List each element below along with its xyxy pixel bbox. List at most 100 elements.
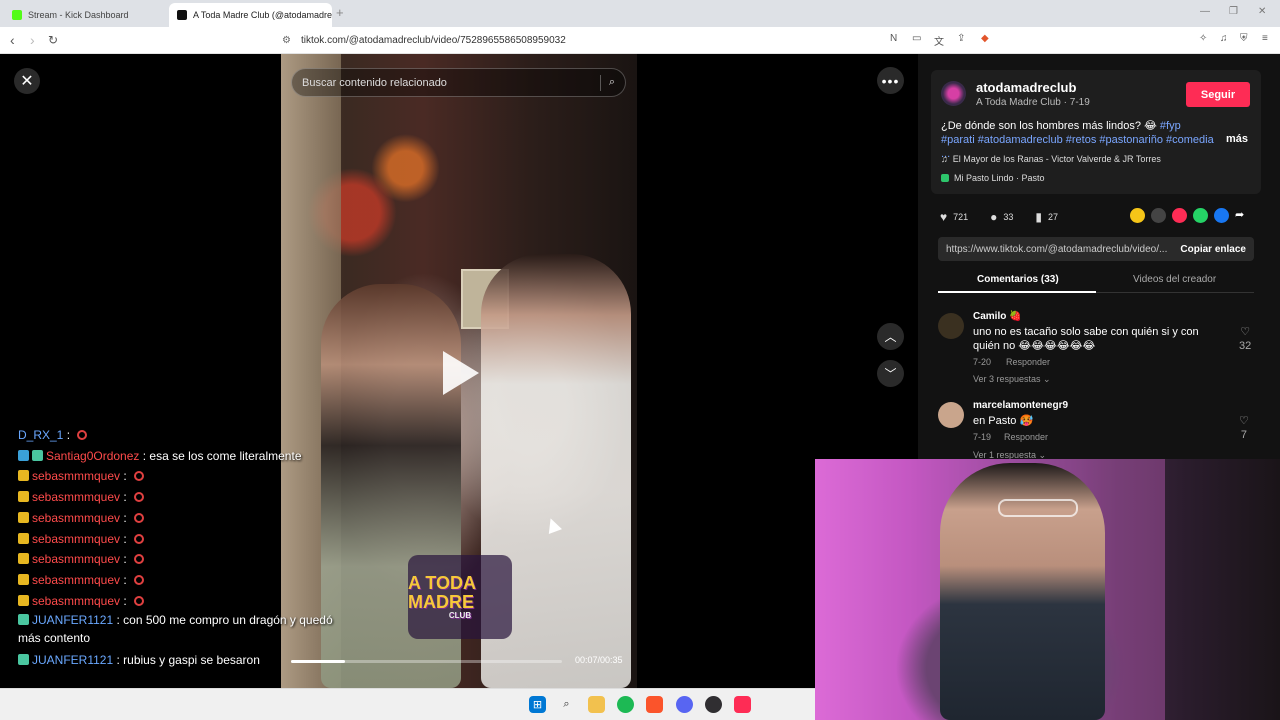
chat-separator: : (120, 531, 131, 546)
commenter-name[interactable]: marcelamontenegr9 (973, 400, 1068, 411)
crown-badge-icon (18, 594, 29, 606)
back-icon[interactable]: ‹ (10, 32, 15, 48)
view-replies-link[interactable]: Ver 3 respuestas ⌄ (973, 374, 1051, 385)
chat-username[interactable]: D_RX_1 (18, 428, 63, 442)
file-explorer-icon[interactable] (588, 696, 605, 713)
windows-start-icon[interactable]: ⊞ (529, 696, 546, 713)
facebook-icon[interactable] (1214, 208, 1229, 223)
chat-username[interactable]: sebasmmmquev (32, 573, 120, 587)
emote-icon (134, 492, 145, 503)
embed-icon[interactable] (1151, 208, 1166, 223)
send-icon[interactable] (1172, 208, 1187, 223)
close-video-button[interactable]: ✕ (14, 68, 40, 94)
chat-username[interactable]: sebasmmmquev (32, 532, 120, 546)
chat-username[interactable]: JUANFER1121 (32, 653, 113, 667)
cast-icon[interactable]: ▭ (912, 33, 921, 44)
minimize-icon[interactable]: — (1200, 6, 1210, 17)
coin-icon[interactable] (1130, 208, 1145, 223)
spotify-icon[interactable] (617, 696, 634, 713)
post-info-card: atodamadreclub A Toda Madre Club · 7-19 … (931, 70, 1261, 194)
forward-share-icon[interactable]: ➦ (1235, 208, 1250, 223)
subscriber-badge-icon (18, 654, 29, 666)
commenter-avatar[interactable] (938, 402, 964, 428)
browser-tab-bar: Stream - Kick Dashboard A Toda Madre Clu… (0, 0, 1280, 27)
comment-like-count: 32 (1239, 340, 1252, 352)
related-search-input[interactable]: Buscar contenido relacionado ⌕ (291, 68, 626, 97)
brave-shield-icon[interactable]: ◆ (981, 33, 989, 44)
windows-taskbar: ⊞ ⌕ (0, 688, 815, 720)
comment-like-button[interactable]: ♡ 7 (1239, 414, 1249, 441)
like-button[interactable]: ♥ 721 (940, 210, 968, 224)
brave-icon[interactable] (646, 696, 663, 713)
close-window-icon[interactable]: ✕ (1258, 6, 1266, 17)
channel-logo-watermark: A TODA MADRE CLUB (408, 555, 512, 639)
crown-badge-icon (18, 511, 29, 523)
new-tab-icon[interactable]: + (336, 5, 344, 20)
search-divider (599, 74, 601, 91)
obs-icon[interactable] (705, 696, 722, 713)
tiktok-app-icon[interactable] (734, 696, 751, 713)
chat-username[interactable]: Santiag0Ordonez (46, 449, 139, 463)
author-avatar[interactable] (941, 81, 966, 106)
chat-username[interactable]: sebasmmmquev (32, 511, 120, 525)
location-info[interactable]: Mi Pasto Lindo · Pasto (941, 173, 1045, 183)
comment-icon: ● (990, 210, 998, 224)
commenter-avatar[interactable] (938, 313, 964, 339)
logo-text: A TODA MADRE (408, 572, 476, 612)
tab-tiktok[interactable]: A Toda Madre Club (@atodamadreclub ✕ (169, 3, 332, 27)
chat-username[interactable]: sebasmmmquev (32, 490, 120, 504)
next-video-button[interactable]: ﹀ (877, 360, 904, 387)
chat-username[interactable]: sebasmmmquev (32, 552, 120, 566)
chat-message: sebasmmmquev : (18, 591, 358, 612)
chat-message: sebasmmmquev : (18, 570, 358, 591)
no-translate-icon[interactable]: Ν (890, 33, 897, 44)
whatsapp-icon[interactable] (1193, 208, 1208, 223)
chat-username[interactable]: sebasmmmquev (32, 469, 120, 483)
reply-button[interactable]: Responder (1006, 357, 1050, 367)
commenter-name[interactable]: Camilo 🍓 (973, 311, 1022, 322)
more-caption-link[interactable]: más (1226, 133, 1248, 145)
reload-icon[interactable]: ↻ (48, 33, 58, 47)
emote-icon (77, 430, 88, 440)
chat-username[interactable]: JUANFER1121 (32, 613, 113, 627)
extensions-icon[interactable]: ✧ (1199, 33, 1207, 44)
translate-icon[interactable]: 文 (934, 33, 944, 48)
music-info[interactable]: ♫ El Mayor de los Ranas - Victor Valverd… (941, 154, 1161, 164)
media-icon[interactable]: ♫ (1220, 33, 1228, 44)
comment-button[interactable]: ● 33 (990, 210, 1013, 224)
more-options-button[interactable]: ••• (877, 67, 904, 94)
share-options: ➦ (1130, 208, 1256, 223)
follow-button[interactable]: Seguir (1186, 82, 1250, 107)
discord-icon[interactable] (676, 696, 693, 713)
emote-icon (134, 512, 145, 523)
save-button[interactable]: ▮ 27 (1035, 210, 1058, 224)
crown-badge-icon (18, 491, 29, 503)
chat-separator: : (139, 448, 150, 463)
play-icon[interactable] (443, 351, 479, 395)
heart-outline-icon: ♡ (1240, 326, 1251, 338)
search-icon[interactable]: ⌕ (558, 696, 575, 713)
tab-kick-dashboard[interactable]: Stream - Kick Dashboard (4, 3, 167, 27)
menu-icon[interactable]: ≡ (1262, 33, 1268, 44)
restore-icon[interactable]: ❐ (1229, 6, 1238, 17)
site-info-icon[interactable]: ⚙ (282, 35, 291, 46)
location-text: Mi Pasto Lindo · Pasto (954, 173, 1045, 183)
music-title: El Mayor de los Ranas - Victor Valverde … (952, 154, 1161, 164)
previous-video-button[interactable]: ︿ (877, 323, 904, 350)
chat-username[interactable]: sebasmmmquev (32, 594, 120, 608)
search-icon[interactable]: ⌕ (609, 76, 615, 89)
copy-link-field[interactable]: https://www.tiktok.com/@atodamadreclub/v… (938, 237, 1254, 261)
chat-separator: : (120, 593, 131, 608)
tab-comments[interactable]: Comentarios (33) (977, 274, 1059, 285)
author-name[interactable]: atodamadreclub (976, 80, 1076, 95)
author-subtitle: A Toda Madre Club · 7-19 (976, 97, 1090, 108)
forward-icon[interactable]: › (30, 32, 35, 48)
chat-message: JUANFER1121 : con 500 me compro un dragó… (18, 611, 358, 647)
copy-link-button[interactable]: Copiar enlace (1172, 244, 1254, 255)
tab-creator-videos[interactable]: Videos del creador (1133, 274, 1216, 285)
vpn-icon[interactable]: ⛨ (1240, 33, 1248, 44)
share-icon[interactable]: ⇪ (957, 33, 965, 44)
comment-count: 33 (1003, 212, 1014, 222)
comment-like-button[interactable]: ♡ 32 (1239, 325, 1251, 352)
reply-button[interactable]: Responder (1004, 432, 1048, 442)
